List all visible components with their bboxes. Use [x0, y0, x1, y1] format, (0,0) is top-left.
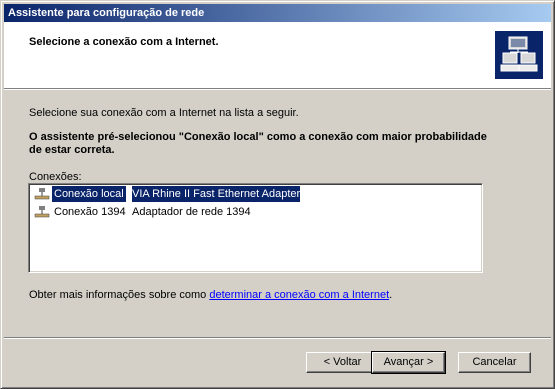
connection-name: Conexão local — [52, 186, 126, 202]
footer-divider — [4, 337, 551, 339]
header-title: Selecione a conexão com a Internet. — [29, 36, 219, 48]
connections-label: Conexões: — [29, 171, 82, 183]
back-button[interactable]: < Voltar — [306, 352, 379, 373]
connections-listbox[interactable]: Conexão local VIA Rhine II Fast Ethernet… — [28, 183, 483, 273]
network-connection-icon — [34, 205, 50, 219]
wizard-header: Selecione a conexão com a Internet. — [4, 22, 551, 88]
network-computers-icon — [495, 31, 543, 79]
more-info-suffix: . — [389, 289, 393, 301]
wizard-window: Assistente para configuração de rede Sel… — [0, 0, 555, 389]
cancel-button[interactable]: Cancelar — [458, 352, 531, 373]
preselection-note: O assistente pré-selecionou "Conexão loc… — [29, 131, 487, 156]
more-info: Obter mais informações sobre como determ… — [29, 289, 392, 301]
connection-adapter: Adaptador de rede 1394 — [132, 206, 251, 218]
intro-text: Selecione sua conexão com a Internet na … — [29, 107, 299, 119]
connection-adapter: VIA Rhine II Fast Ethernet Adapter — [132, 186, 301, 202]
more-info-prefix: Obter mais informações sobre como — [29, 289, 210, 301]
window-title: Assistente para configuração de rede — [8, 7, 205, 19]
network-connection-icon — [34, 187, 50, 201]
next-button[interactable]: Avançar > — [371, 351, 446, 374]
connection-name: Conexão 1394 — [54, 206, 126, 218]
header-divider — [4, 88, 551, 90]
determine-connection-link[interactable]: determinar a conexão com a Internet — [209, 289, 389, 301]
title-bar[interactable]: Assistente para configuração de rede — [4, 4, 551, 22]
